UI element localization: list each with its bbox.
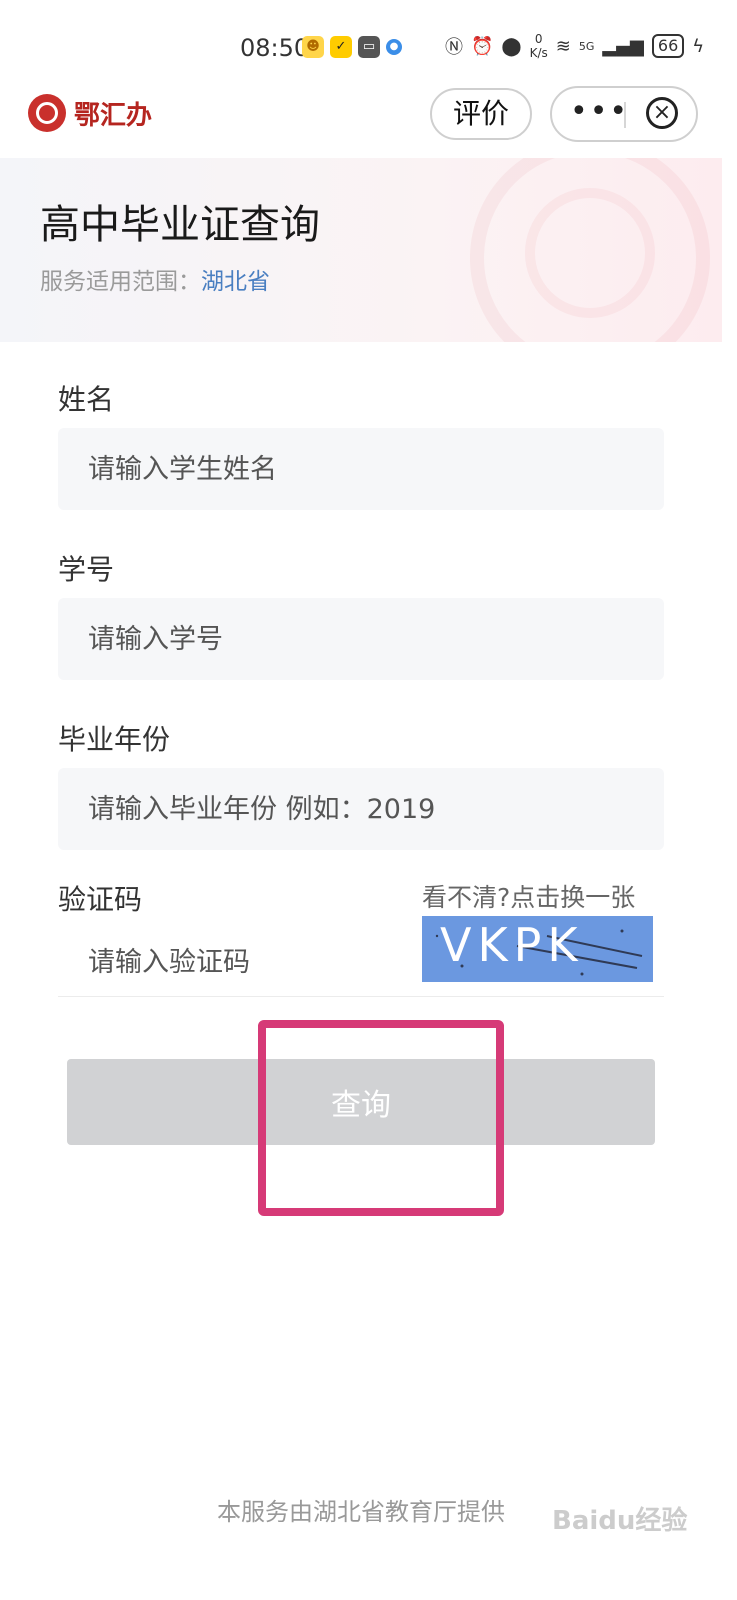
wifi-icon: ≋	[555, 35, 571, 57]
service-scope-label: 服务适用范围：	[40, 269, 201, 295]
notification-app-icon: ▭	[358, 36, 380, 58]
status-system-icons: Ⓝ ⏰ ⬤ 0 K/s ≋ 5G ▂▄▆ 66 ϟ	[445, 32, 704, 60]
notification-app-icon: ☻	[302, 36, 324, 58]
service-scope-value: 湖北省	[201, 269, 270, 295]
capsule-menu: ••• ×	[550, 86, 698, 142]
service-scope: 服务适用范围：湖北省	[40, 262, 270, 296]
network-speed: 0 K/s	[530, 32, 548, 60]
network-speed-value: 0	[534, 32, 543, 46]
charging-icon: ϟ	[692, 35, 705, 57]
status-notification-icons: ☻ ✓ ▭ ●	[302, 36, 402, 58]
app-logo: 鄂汇办	[28, 94, 152, 132]
more-icon[interactable]: •••	[570, 97, 627, 127]
status-time: 08:50	[240, 34, 310, 62]
rate-button[interactable]: 评价	[430, 88, 532, 140]
captcha-refresh-link[interactable]: 看不清?点击换一张	[422, 878, 635, 914]
capsule-divider	[624, 102, 626, 128]
page-header-banner: 高中毕业证查询 服务适用范围：湖北省	[0, 158, 722, 342]
signal-type: 5G	[578, 39, 595, 53]
captcha-input[interactable]	[58, 928, 408, 996]
status-bar: 08:50 ☻ ✓ ▭ ● Ⓝ ⏰ ⬤ 0 K/s ≋ 5G ▂▄▆ 66 ϟ	[0, 0, 737, 80]
student-id-input[interactable]	[58, 598, 664, 680]
battery-icon: 66	[651, 34, 685, 58]
nfc-icon: Ⓝ	[445, 37, 463, 58]
mini-program-nav-bar: 鄂汇办 评价 ••• ×	[0, 80, 737, 158]
close-icon[interactable]: ×	[646, 97, 678, 129]
captcha-image[interactable]: VKPK	[422, 916, 653, 982]
student-id-label: 学号	[58, 553, 115, 586]
captcha-label: 验证码	[58, 883, 143, 916]
annotation-highlight-box	[258, 1020, 504, 1216]
student-name-input[interactable]	[58, 428, 664, 510]
alarm-icon: ⏰	[471, 35, 494, 57]
captcha-underline	[58, 996, 664, 997]
signal-icon: ▂▄▆	[602, 35, 644, 57]
notification-app-icon: ✓	[330, 36, 352, 58]
page-title: 高中毕业证查询	[40, 202, 320, 248]
network-speed-unit: K/s	[529, 46, 548, 60]
emblem-watermark-inner	[525, 188, 655, 318]
name-label: 姓名	[58, 383, 115, 416]
baidu-watermark: Baidu经验	[552, 1506, 688, 1536]
grad-year-label: 毕业年份	[58, 723, 171, 756]
location-icon: ⬤	[501, 35, 522, 57]
notification-app-icon: ●	[386, 39, 402, 55]
captcha-code: VKPK	[440, 918, 584, 972]
logo-emblem-icon	[28, 94, 66, 132]
grad-year-input[interactable]	[58, 768, 664, 850]
app-name: 鄂汇办	[74, 100, 153, 131]
